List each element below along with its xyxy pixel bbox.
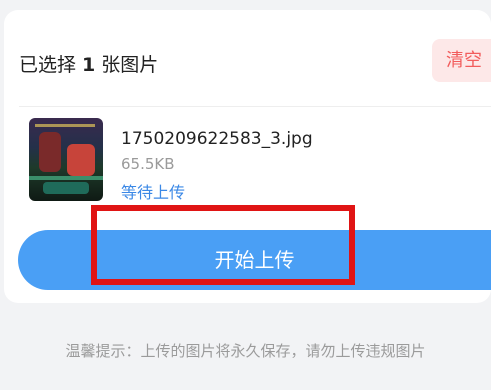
file-name: 1750209622583_3.jpg bbox=[121, 129, 313, 149]
file-size: 65.5KB bbox=[121, 155, 175, 173]
selection-count: 1 bbox=[82, 54, 96, 76]
file-status: 等待上传 bbox=[121, 183, 186, 202]
highlight-box bbox=[91, 205, 355, 285]
selection-suffix: 张图片 bbox=[101, 54, 159, 76]
tip-text: 温馨提示：上传的图片将永久保存，请勿上传违规图片 bbox=[65, 342, 426, 360]
image-thumbnail[interactable] bbox=[29, 118, 103, 201]
clear-button[interactable]: 清空 bbox=[432, 39, 491, 82]
divider bbox=[19, 106, 491, 107]
selection-summary: 已选择 1 张图片 bbox=[19, 50, 158, 77]
selection-prefix: 已选择 bbox=[19, 54, 77, 76]
